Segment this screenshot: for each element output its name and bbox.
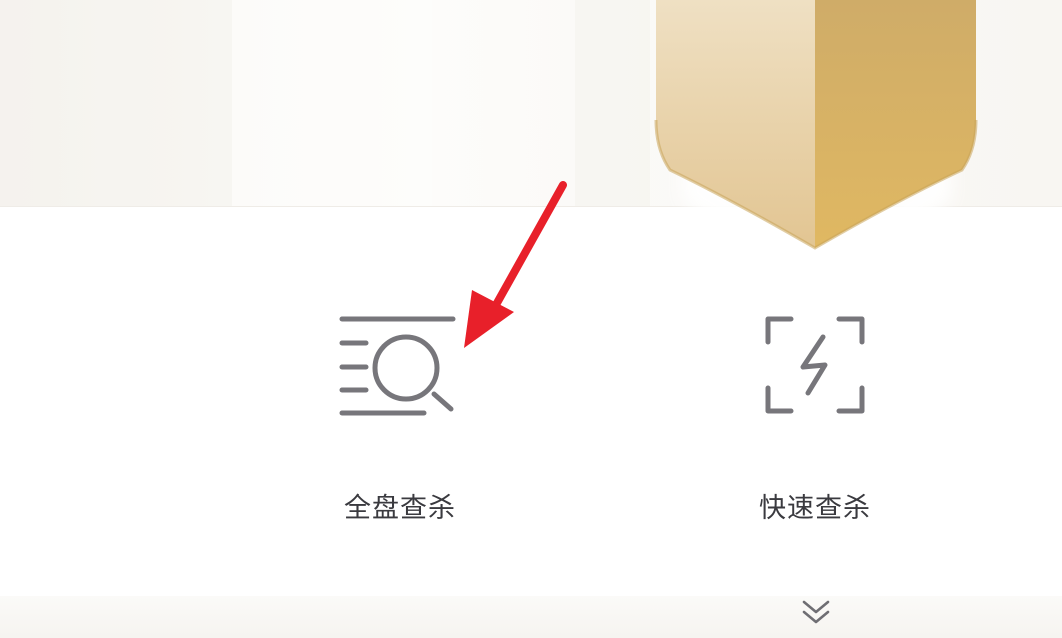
banner-panel-right [575,0,650,208]
double-chevron-down-icon[interactable] [796,596,836,630]
panel-footer [0,596,1062,638]
banner-panel-left [0,0,232,208]
quick-scan-label: 快速查杀 [759,493,871,524]
full-scan-search-icon [339,316,456,416]
full-scan-label: 全盘查杀 [344,493,456,524]
shield-icon [654,0,978,250]
app-window: 全盘查杀 快速查杀 [0,0,1062,638]
quick-scan-lightning-icon [765,316,865,414]
banner-panel-middle [232,0,432,208]
